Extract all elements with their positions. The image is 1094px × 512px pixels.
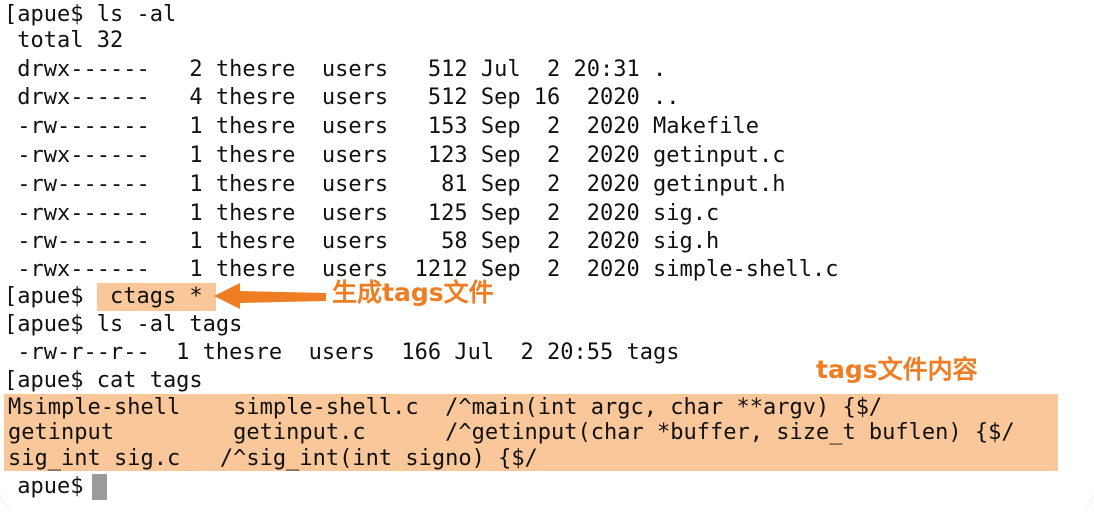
terminal-screen[interactable]: [apue$ ls -al total 32 drwx------ 2 thes… [0,0,1094,512]
terminal-line: [apue$ ls -al [4,2,177,27]
left-arrow-icon [214,283,326,309]
terminal-line: -rwx------ 1 thesre users 125 Sep 2 2020… [4,201,720,226]
terminal-line: -rw-r--r-- 1 thesre users 166 Jul 2 20:5… [4,340,680,365]
tags-entry-line: getinput getinput.c /^getinput(char *buf… [8,420,1015,445]
annotation-generate-tags: 生成tags文件 [332,278,494,307]
terminal-line: [apue$ cat tags [4,368,203,393]
terminal-window[interactable]: [apue$ ls -al total 32 drwx------ 2 thes… [0,0,1094,512]
terminal-line: [apue$ ls -al tags [4,312,243,337]
text-cursor [92,474,107,500]
terminal-line: total 32 [4,28,124,53]
terminal-line: drwx------ 2 thesre users 512 Jul 2 20:3… [4,57,667,82]
tags-entry-line: sig_int sig.c /^sig_int(int signo) {$/ [8,446,538,471]
terminal-line: drwx------ 4 thesre users 512 Sep 16 202… [4,85,680,110]
terminal-line: -rw------- 1 thesre users 81 Sep 2 2020 … [4,172,786,197]
ctags-command-highlight: ctags * [96,283,216,311]
terminal-line: -rw------- 1 thesre users 58 Sep 2 2020 … [4,229,720,254]
final-shell-prompt[interactable]: apue$ [4,472,97,501]
annotation-tags-file-content: tags文件内容 [816,355,978,384]
terminal-line: -rw------- 1 thesre users 153 Sep 2 2020… [4,114,759,139]
terminal-line: -rwx------ 1 thesre users 123 Sep 2 2020… [4,143,786,168]
terminal-output: [apue$ ls -al total 32 drwx------ 2 thes… [0,0,1094,512]
ctags-command-line: [apue$ ctags * [4,282,216,311]
shell-prompt: [apue$ [4,284,97,309]
